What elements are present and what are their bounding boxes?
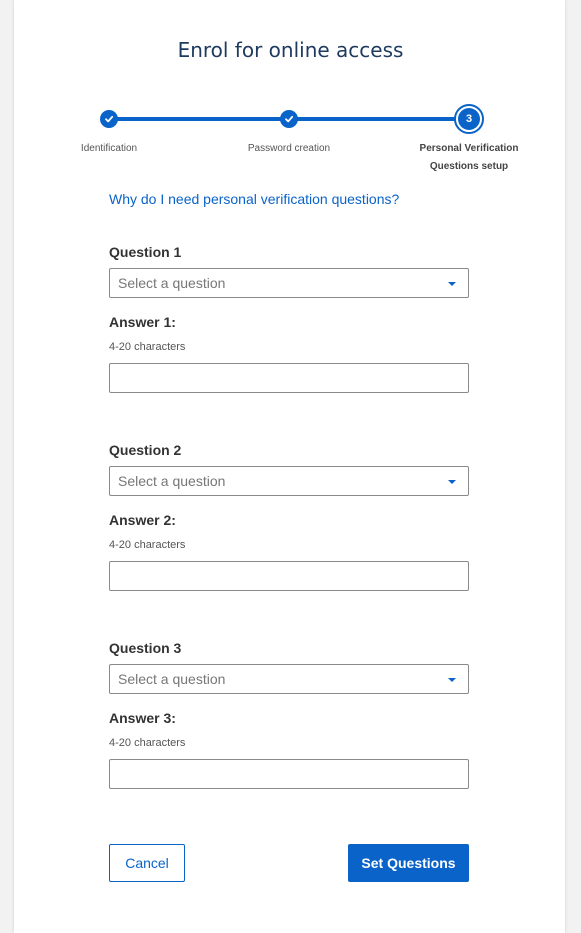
caret-down-icon [448, 678, 456, 682]
step-3-current-indicator: 3 [454, 104, 484, 134]
page-title: Enrol for online access [177, 38, 404, 62]
answer-3-hint: 4-20 characters [109, 737, 186, 749]
step-label-line-1: Personal Verification [419, 143, 519, 154]
answer-1-label: Answer 1: [109, 314, 176, 330]
step-3-number: 3 [458, 108, 480, 130]
stepper-track-2 [289, 117, 469, 121]
cancel-button[interactable]: Cancel [109, 844, 185, 882]
progress-stepper: 3 Identification Password creation Perso… [0, 100, 581, 180]
question-1-label: Question 1 [109, 244, 182, 260]
question-1-select-placeholder: Select a question [118, 275, 226, 291]
question-2-select[interactable]: Select a question [109, 466, 469, 496]
answer-2-hint: 4-20 characters [109, 539, 186, 551]
step-label-identification: Identification [80, 143, 138, 154]
answer-1-input[interactable] [109, 363, 469, 393]
step-label-password-creation: Password creation [247, 143, 331, 154]
set-questions-button[interactable]: Set Questions [348, 844, 469, 882]
question-2-label: Question 2 [109, 442, 182, 458]
why-verification-questions-link[interactable]: Why do I need personal verification ques… [109, 191, 399, 207]
check-icon [105, 115, 114, 123]
answer-2-label: Answer 2: [109, 512, 176, 528]
question-3-label: Question 3 [109, 640, 182, 656]
answer-3-input[interactable] [109, 759, 469, 789]
caret-down-icon [448, 282, 456, 286]
question-3-select-placeholder: Select a question [118, 671, 226, 687]
answer-2-input[interactable] [109, 561, 469, 591]
step-1-complete-indicator [100, 110, 118, 128]
answer-3-label: Answer 3: [109, 710, 176, 726]
question-1-select[interactable]: Select a question [109, 268, 469, 298]
question-3-select[interactable]: Select a question [109, 664, 469, 694]
caret-down-icon [448, 480, 456, 484]
check-icon [285, 115, 294, 123]
stepper-track-1 [109, 117, 289, 121]
question-2-select-placeholder: Select a question [118, 473, 226, 489]
step-label-personal-verification: Personal Verification Questions setup [409, 140, 529, 176]
answer-1-hint: 4-20 characters [109, 341, 186, 353]
step-label-line-2: Questions setup [429, 161, 509, 172]
step-2-complete-indicator [280, 110, 298, 128]
